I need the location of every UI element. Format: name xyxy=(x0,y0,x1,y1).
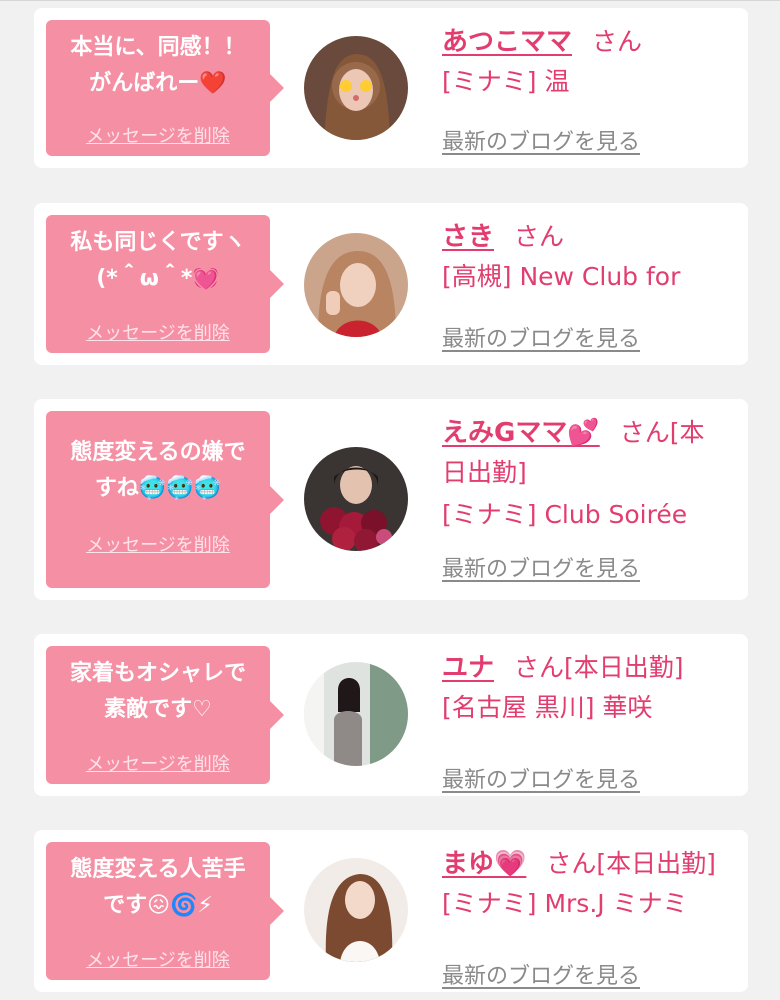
message-bubble: 家着もオシャレで 素敵です♡ メッセージを削除 xyxy=(46,646,284,784)
message-text: 私も同じくですヽ (*＾ω＾*💓 xyxy=(70,230,246,291)
message-card: 本当に、同感！！ がんばれー❤️ メッセージを削除 あつこママ さん [ミナミ] … xyxy=(34,8,748,168)
message-text: 態度変える人苦手 です😖🌀⚡ xyxy=(70,857,246,918)
shop-name: [ミナミ] Mrs.J ミナミ xyxy=(442,889,688,918)
message-card: 態度変える人苦手 です😖🌀⚡ メッセージを削除 まゆ💗 さん[本日出勤] [ミナミ… xyxy=(34,830,748,992)
latest-blog-link[interactable]: 最新のブログを見る xyxy=(442,762,640,794)
shop-name: [名古屋 黒川] 華咲 xyxy=(442,693,653,722)
user-name-link[interactable]: さき xyxy=(442,222,494,252)
message-bubble: 私も同じくですヽ (*＾ω＾*💓 メッセージを削除 xyxy=(46,215,284,353)
message-card: 家着もオシャレで 素敵です♡ メッセージを削除 ユナ さん[本日出勤] [名古屋 … xyxy=(34,634,748,796)
avatar[interactable] xyxy=(304,447,408,551)
message-bubble: 態度変えるの嫌で すね🥶🥶🥶 メッセージを削除 xyxy=(46,411,284,588)
user-info: ユナ さん[本日出勤] [名古屋 黒川] 華咲 最新のブログを見る xyxy=(442,648,742,793)
honorific: さん[本日出勤] xyxy=(514,653,684,682)
avatar-photo xyxy=(304,858,408,962)
user-info: あつこママ さん [ミナミ] 温 最新のブログを見る xyxy=(442,22,742,155)
latest-blog-link[interactable]: 最新のブログを見る xyxy=(442,551,640,583)
delete-message-link[interactable]: メッセージを削除 xyxy=(46,319,270,345)
honorific: さん[本日出勤] xyxy=(546,849,716,878)
delete-message-link[interactable]: メッセージを削除 xyxy=(46,750,270,776)
avatar[interactable] xyxy=(304,36,408,140)
avatar[interactable] xyxy=(304,233,408,337)
message-text: 本当に、同感！！ がんばれー❤️ xyxy=(70,35,246,96)
user-info: まゆ💗 さん[本日出勤] [ミナミ] Mrs.J ミナミ 最新のブログを見る xyxy=(442,844,742,989)
user-info: えみGママ💕 さん[本 日出勤] [ミナミ] Club Soirée 最新のブログ… xyxy=(442,413,742,582)
shop-name: [ミナミ] 温 xyxy=(442,67,570,96)
message-bubble: 本当に、同感！！ がんばれー❤️ メッセージを削除 xyxy=(46,20,284,156)
shop-name: [高槻] New Club for xyxy=(442,262,681,291)
honorific: さん xyxy=(514,222,565,251)
latest-blog-link[interactable]: 最新のブログを見る xyxy=(442,321,640,353)
message-card: 私も同じくですヽ (*＾ω＾*💓 メッセージを削除 さき さん [高槻] New … xyxy=(34,203,748,365)
user-name-link[interactable]: ユナ xyxy=(442,653,494,683)
user-name-link[interactable]: まゆ💗 xyxy=(442,849,526,879)
avatar[interactable] xyxy=(304,662,408,766)
avatar-photo xyxy=(304,447,408,551)
avatar[interactable] xyxy=(304,858,408,962)
message-text: 態度変えるの嫌で すね🥶🥶🥶 xyxy=(70,440,246,501)
message-text: 家着もオシャレで 素敵です♡ xyxy=(69,661,246,722)
delete-message-link[interactable]: メッセージを削除 xyxy=(46,946,270,972)
user-name-link[interactable]: あつこママ xyxy=(442,27,572,57)
avatar-photo xyxy=(304,36,408,140)
user-info: さき さん [高槻] New Club for 最新のブログを見る xyxy=(442,217,742,352)
shop-name: [ミナミ] Club Soirée xyxy=(442,500,688,529)
avatar-photo xyxy=(304,662,408,766)
latest-blog-link[interactable]: 最新のブログを見る xyxy=(442,958,640,990)
message-list: 本当に、同感！！ がんばれー❤️ メッセージを削除 あつこママ さん [ミナミ] … xyxy=(0,0,780,1000)
user-name-link[interactable]: えみGママ💕 xyxy=(442,418,600,448)
honorific: さん xyxy=(592,27,643,56)
message-card: 態度変えるの嫌で すね🥶🥶🥶 メッセージを削除 えみGママ💕 さん[本 日出勤] … xyxy=(34,399,748,600)
delete-message-link[interactable]: メッセージを削除 xyxy=(46,122,270,148)
latest-blog-link[interactable]: 最新のブログを見る xyxy=(442,124,640,156)
avatar-photo xyxy=(304,233,408,337)
message-bubble: 態度変える人苦手 です😖🌀⚡ メッセージを削除 xyxy=(46,842,284,980)
delete-message-link[interactable]: メッセージを削除 xyxy=(46,531,270,557)
